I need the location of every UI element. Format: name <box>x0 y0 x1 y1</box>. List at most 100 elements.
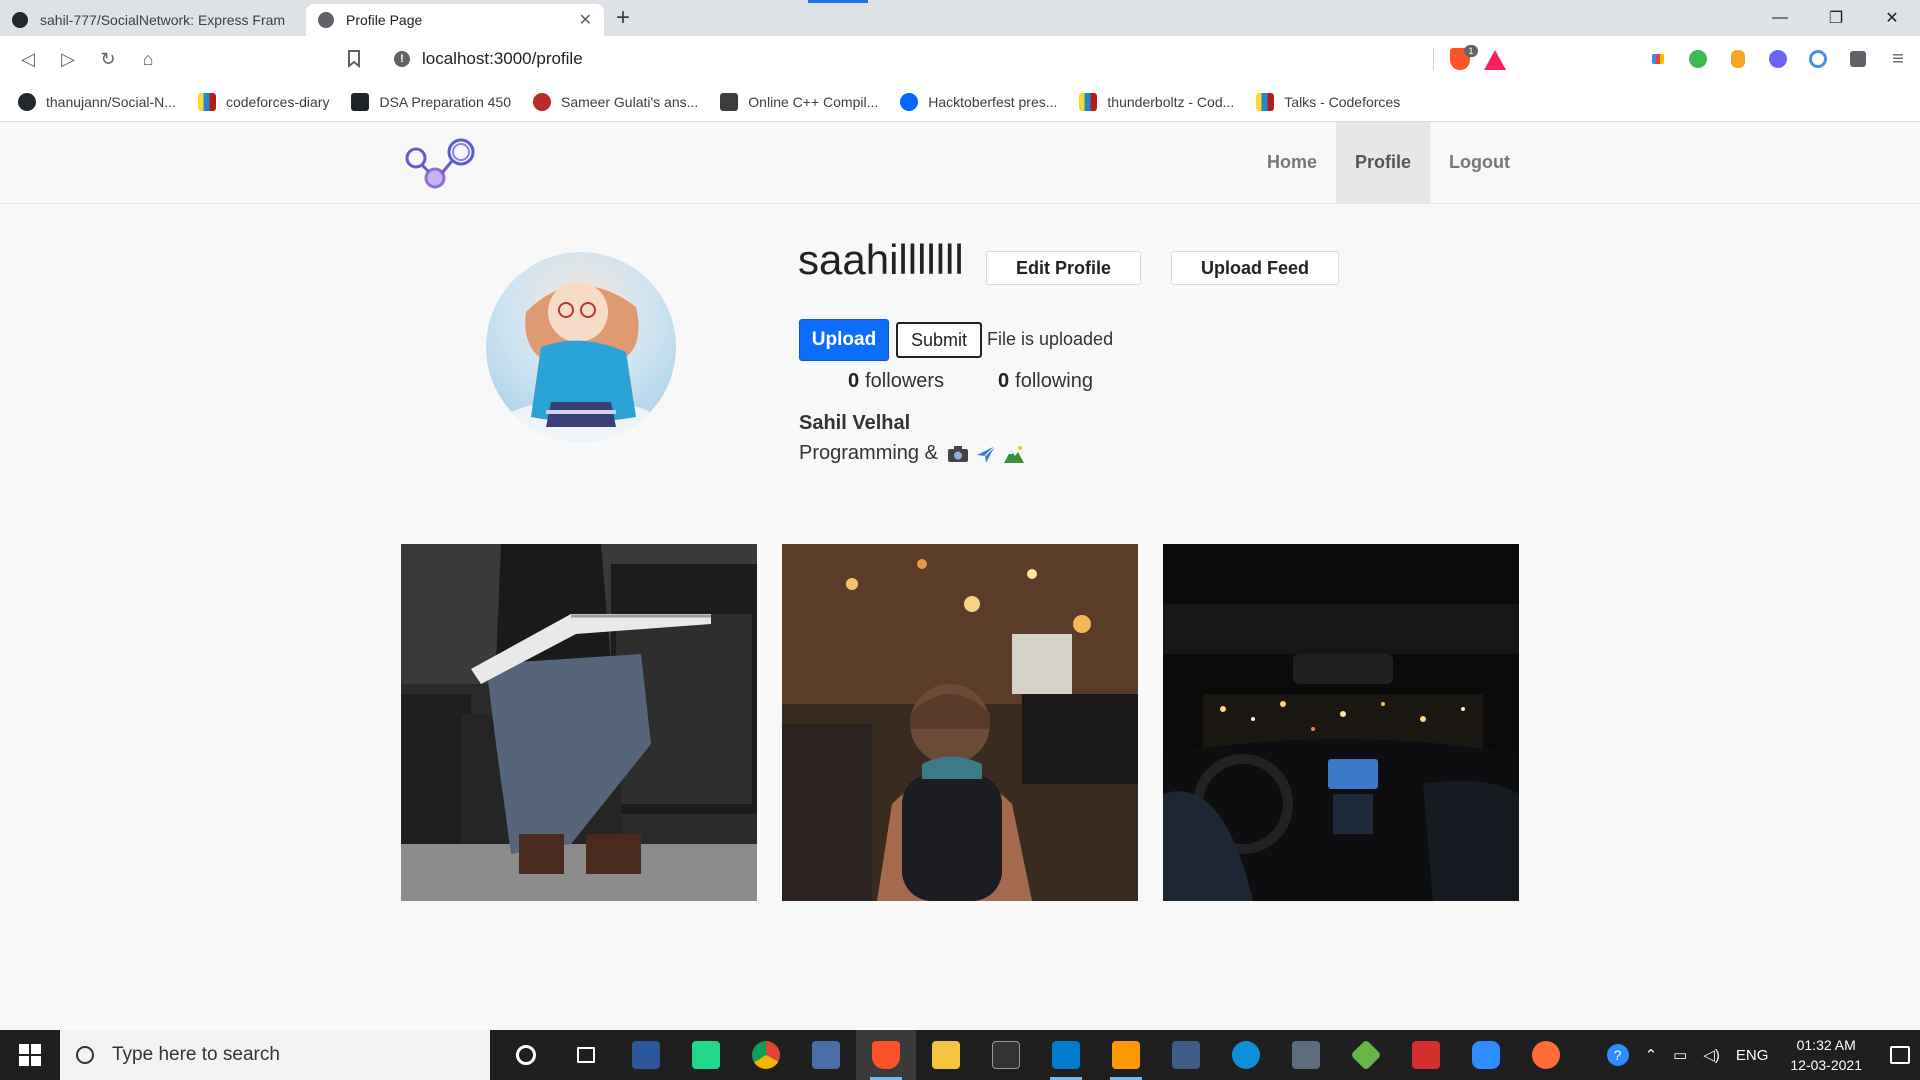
close-tab-icon[interactable]: ✕ <box>579 10 592 30</box>
reload-button[interactable]: ↻ <box>94 45 122 73</box>
pycharm-app-icon[interactable] <box>676 1030 736 1080</box>
following-stat[interactable]: 0 following <box>998 370 1093 393</box>
bookmark-item[interactable]: DSA Preparation 450 <box>351 92 511 111</box>
task-view-icon[interactable] <box>556 1030 616 1080</box>
help-icon[interactable]: ? <box>1606 1044 1629 1066</box>
guitarist-photo <box>401 544 757 901</box>
extension-check-icon[interactable] <box>1804 45 1832 73</box>
battery-icon[interactable]: ▭ <box>1673 1046 1687 1064</box>
bookmark-item[interactable]: Online C++ Compil... <box>720 92 878 111</box>
mountain-icon <box>1002 443 1026 465</box>
extension-google-icon[interactable] <box>1644 45 1672 73</box>
nav-home-link[interactable]: Home <box>1248 122 1336 203</box>
start-button[interactable] <box>0 1030 60 1080</box>
extension-mask-icon[interactable] <box>1764 45 1792 73</box>
sublime-app-icon[interactable] <box>1096 1030 1156 1080</box>
nav-profile-link[interactable]: Profile <box>1336 122 1431 203</box>
edit-profile-button[interactable]: Edit Profile <box>986 251 1141 285</box>
calculator-app-icon[interactable] <box>796 1030 856 1080</box>
search-icon <box>76 1046 94 1064</box>
site-nav-links: Home Profile Logout <box>1248 122 1529 203</box>
address-bar-divider <box>1433 48 1434 70</box>
tab-profile-page[interactable]: Profile Page ✕ <box>306 4 604 36</box>
clock-time: 01:32 AM <box>1796 1037 1856 1053</box>
coffee-icon <box>720 92 739 111</box>
submit-button[interactable]: Submit <box>896 322 982 358</box>
browser-menu-icon[interactable]: ≡ <box>1884 45 1912 73</box>
avatar-illustration <box>501 282 661 442</box>
site-logo-icon[interactable] <box>402 136 478 192</box>
file-explorer-icon[interactable] <box>916 1030 976 1080</box>
cortana-icon[interactable] <box>496 1030 556 1080</box>
tab-strip-indicator <box>808 0 868 3</box>
edge-app-icon[interactable] <box>1216 1030 1276 1080</box>
bookmark-label: codeforces-diary <box>225 93 330 110</box>
git-app-icon[interactable] <box>1336 1030 1396 1080</box>
upload-button[interactable]: Upload <box>799 319 889 361</box>
chrome-app-icon[interactable] <box>736 1030 796 1080</box>
browser-toolbar: ◁ ▷ ↻ ⌂ ! localhost:3000/profile 1 ≡ <box>0 36 1920 82</box>
volume-icon[interactable]: ◁) <box>1703 1046 1720 1064</box>
bookmark-item[interactable]: thunderboltz - Cod... <box>1079 92 1235 111</box>
upload-feed-button[interactable]: Upload Feed <box>1171 251 1339 285</box>
bookmark-icon <box>348 50 360 68</box>
followers-label: followers <box>865 370 945 392</box>
terminal-app-icon[interactable] <box>976 1030 1036 1080</box>
bookmark-item[interactable]: thanujann/Social-N... <box>18 92 176 111</box>
bookmark-item[interactable]: Talks - Codeforces <box>1256 92 1400 111</box>
extension-orange-icon[interactable] <box>1724 45 1752 73</box>
nav-logout-link[interactable]: Logout <box>1430 122 1529 203</box>
bookmark-item[interactable]: Hacktoberfest pres... <box>900 92 1058 111</box>
mysql-app-icon[interactable] <box>1276 1030 1336 1080</box>
workbench-app-icon[interactable] <box>1156 1030 1216 1080</box>
language-indicator[interactable]: ENG <box>1736 1047 1769 1064</box>
profile-stats: 0 followers 0 following <box>848 370 1147 393</box>
notifications-icon[interactable] <box>1880 1030 1920 1080</box>
night-drive-photo <box>1163 544 1519 901</box>
close-window-button[interactable]: ✕ <box>1864 0 1920 36</box>
bookmark-label: thunderboltz - Cod... <box>1107 93 1235 110</box>
new-tab-button[interactable]: + <box>616 4 630 32</box>
brave-app-icon[interactable] <box>856 1030 916 1080</box>
brave-rewards-icon[interactable] <box>1484 50 1506 70</box>
window-controls: — ❐ ✕ <box>1752 0 1920 36</box>
bookmark-item[interactable]: Sameer Gulati's ans... <box>533 92 698 111</box>
acrobat-app-icon[interactable] <box>1396 1030 1456 1080</box>
post-image-city-street[interactable] <box>782 544 1138 901</box>
home-button[interactable]: ⌂ <box>134 45 162 73</box>
post-image-guitarist[interactable] <box>401 544 757 901</box>
chevron-up-icon[interactable]: ⌃ <box>1645 1046 1658 1064</box>
taskbar-clock[interactable]: 01:32 AM 12-03-2021 <box>1790 1035 1862 1075</box>
site-info-icon[interactable]: ! <box>394 51 410 67</box>
search-placeholder: Type here to search <box>112 1044 280 1065</box>
upload-status-text: File is uploaded <box>987 329 1114 349</box>
followers-stat[interactable]: 0 followers <box>848 370 944 393</box>
back-button[interactable]: ◁ <box>14 45 42 73</box>
minimize-button[interactable]: — <box>1752 0 1808 36</box>
taskbar-search-box[interactable]: Type here to search <box>60 1030 490 1080</box>
bookmark-item[interactable]: codeforces-diary <box>197 92 330 111</box>
bookmark-label: Hacktoberfest pres... <box>928 93 1058 110</box>
maximize-button[interactable]: ❐ <box>1808 0 1864 36</box>
forward-button[interactable]: ▷ <box>54 45 82 73</box>
tab-title: Profile Page <box>346 12 423 28</box>
tab-title: sahil-777/SocialNetwork: Express Fram <box>40 12 286 28</box>
postman-app-icon[interactable] <box>1516 1030 1576 1080</box>
github-icon <box>12 12 28 28</box>
bookmark-label: DSA Preparation 450 <box>379 93 511 110</box>
extension-plus-icon[interactable] <box>1684 45 1712 73</box>
vscode-app-icon[interactable] <box>1036 1030 1096 1080</box>
browser-tab-bar: sahil-777/SocialNetwork: Express Fram Pr… <box>0 0 1920 36</box>
bookmark-page-button[interactable] <box>340 45 368 73</box>
word-app-icon[interactable] <box>616 1030 676 1080</box>
taskbar-apps <box>496 1030 1576 1080</box>
post-image-night-drive[interactable] <box>1163 544 1519 901</box>
zoom-app-icon[interactable] <box>1456 1030 1516 1080</box>
github-icon <box>18 92 36 111</box>
tab-github[interactable]: sahil-777/SocialNetwork: Express Fram <box>0 4 302 36</box>
address-bar[interactable]: ! localhost:3000/profile 1 <box>380 42 1524 76</box>
followers-count: 0 <box>848 370 860 392</box>
extensions-puzzle-icon[interactable] <box>1844 45 1872 73</box>
codeforces-icon <box>1256 92 1275 111</box>
react-icon <box>351 92 370 111</box>
